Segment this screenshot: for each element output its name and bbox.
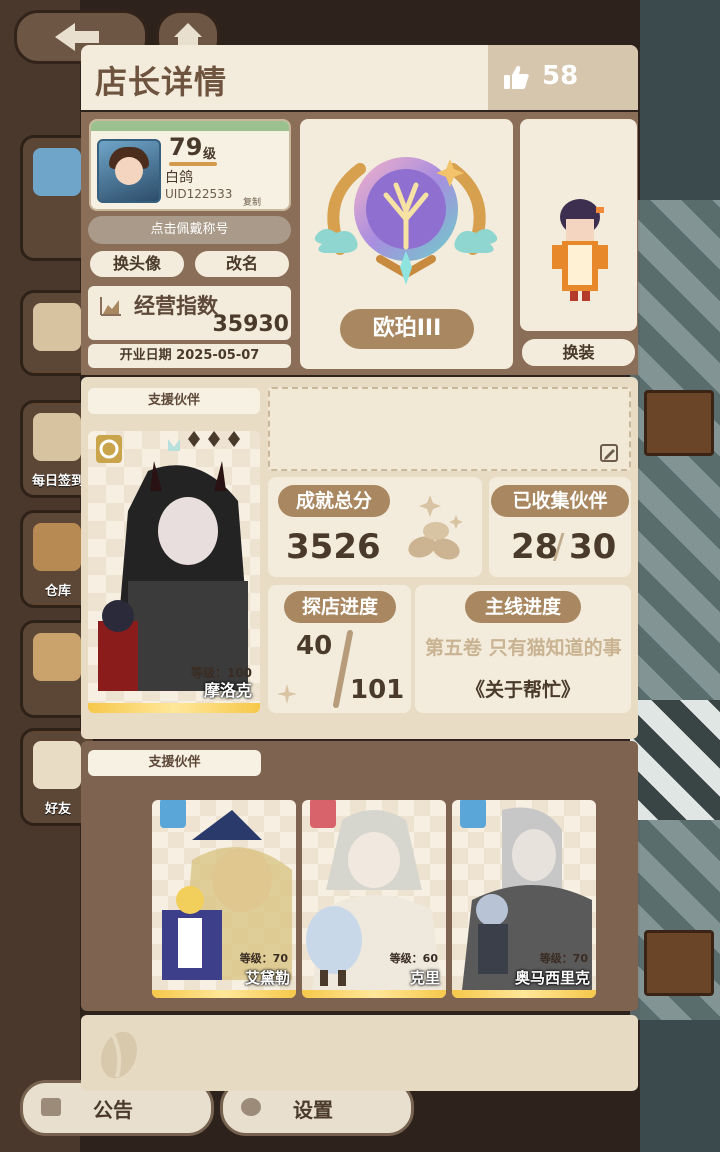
wear-title-button[interactable]: 点击佩戴称号 [88, 216, 291, 244]
profile-card: 79 级 白鸽 UID122533 复制 [89, 119, 291, 211]
business-index-value: 35930 [212, 312, 289, 337]
avatar[interactable] [97, 139, 161, 203]
briefcase-icon [41, 1098, 61, 1116]
business-index-label: 经营指数 [134, 294, 218, 318]
partner-name: 艾黛勒 [244, 969, 290, 987]
notice-label: 公告 [93, 1098, 133, 1122]
outfit-preview [520, 119, 637, 331]
like-box[interactable]: 58 [488, 45, 638, 110]
change-outfit-button[interactable]: 换装 [520, 337, 637, 368]
partner-card[interactable]: 等级：70 艾黛勒 [152, 800, 296, 998]
character-sprite-icon [552, 199, 608, 301]
partner-name: 奥马西里克 [514, 969, 590, 987]
collected-card: 已收集伙伴 28 / 30 [489, 477, 631, 577]
role-icon [160, 800, 186, 828]
player-name: 白鸽 [165, 170, 193, 186]
checker-floor [630, 700, 720, 820]
role-icon [460, 800, 486, 828]
rename-button[interactable]: 改名 [193, 249, 291, 279]
settings-label: 设置 [293, 1098, 333, 1122]
explore-value: 40 [296, 631, 333, 661]
opal-rank-emblem-icon [314, 157, 498, 285]
achievement-value: 3526 [286, 527, 381, 567]
partner-level: 等级：70 [539, 952, 588, 965]
thumbs-up-icon [504, 65, 529, 89]
coffee-beans-icon [408, 495, 463, 560]
like-count: 58 [542, 61, 579, 91]
partner-name: 克里 [409, 969, 440, 987]
explore-progress-card: 探店进度 40 101 [268, 585, 411, 713]
partner-card[interactable]: 等级：60 克里 [302, 800, 446, 998]
signature-box[interactable] [268, 387, 631, 471]
main-progress-card: 主线进度 第五卷 只有猫知道的事 《关于帮忙》 [415, 585, 631, 713]
support-partner-tag: 支援伙伴 [88, 388, 260, 414]
partner-level: 等级：70 [239, 952, 288, 965]
collected-total: 30 [569, 527, 617, 567]
edit-icon [600, 444, 618, 462]
level-suffix: 级 [203, 147, 217, 162]
collected-value: 28 [511, 527, 559, 567]
player-uid: UID122533 [165, 187, 233, 201]
chart-icon [100, 297, 121, 316]
page-title: 店长详情 [95, 63, 228, 101]
rank-name: 欧珀III [340, 309, 474, 349]
floor-tiles [630, 200, 720, 1020]
footer-section [81, 1015, 638, 1091]
sparkle-icon [277, 684, 297, 704]
partner-level: 等级：60 [389, 952, 438, 965]
player-level: 79 [169, 133, 203, 161]
collected-label: 已收集伙伴 [491, 485, 629, 517]
support-partner-card[interactable]: 等级：100 摩洛克 [88, 431, 260, 713]
change-avatar-button[interactable]: 换头像 [88, 249, 186, 279]
explore-label: 探店进度 [284, 591, 396, 623]
business-index-card: 经营指数 35930 [88, 286, 291, 340]
explore-total: 101 [350, 675, 405, 705]
copy-uid-button[interactable]: 复制 [243, 195, 261, 208]
main-chapter: 第五卷 只有猫知道的事 [425, 637, 622, 659]
partner-card[interactable]: 等级：70 奥马西里克 [452, 800, 596, 998]
support-partner-name: 摩洛克 [203, 681, 252, 700]
main-subtitle: 《关于帮忙》 [465, 679, 580, 701]
collected-slash: / [553, 527, 565, 567]
gear-icon [241, 1098, 261, 1116]
level-bar [169, 162, 217, 166]
rank-card: 欧珀III [300, 119, 513, 369]
panel-header: 店长详情 58 [81, 45, 638, 110]
main-progress-label: 主线进度 [465, 591, 581, 623]
achievement-card: 成就总分 3526 [268, 477, 482, 577]
shelf [644, 930, 714, 996]
shelf [644, 390, 714, 456]
partners-tag: 支援伙伴 [88, 750, 261, 776]
coffee-bean-icon [101, 1031, 137, 1079]
role-icon [310, 800, 336, 828]
achievement-label: 成就总分 [278, 485, 390, 517]
open-date: 开业日期 2025-05-07 [88, 344, 291, 368]
